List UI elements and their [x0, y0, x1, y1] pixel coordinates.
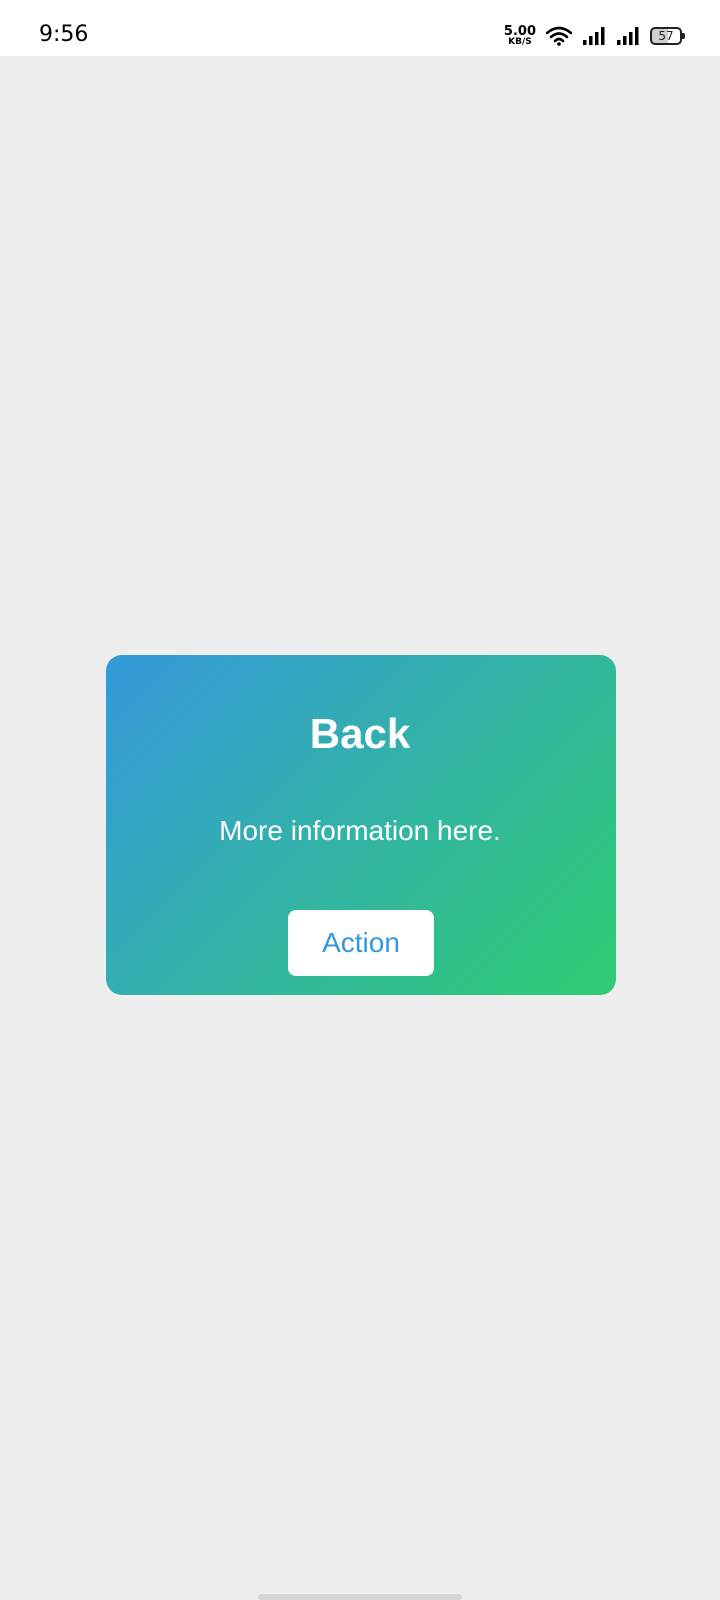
card-title: Back: [309, 710, 411, 757]
card-text: More information here.: [219, 815, 501, 846]
battery-level: 57: [658, 29, 674, 43]
wifi-icon: [546, 26, 572, 46]
status-time: 9:56: [39, 22, 89, 47]
home-indicator[interactable]: [258, 1594, 462, 1600]
network-speed: 5.00 KB/S: [504, 25, 536, 47]
action-button[interactable]: Action: [288, 910, 434, 976]
status-icons: 5.00 KB/S 57: [504, 24, 685, 48]
signal-icon: [616, 26, 640, 46]
network-speed-unit: KB/S: [508, 37, 532, 47]
signal-icon: [582, 26, 606, 46]
battery-icon: 57: [650, 27, 685, 45]
status-bar: 9:56 5.00 KB/S 57: [0, 0, 720, 56]
